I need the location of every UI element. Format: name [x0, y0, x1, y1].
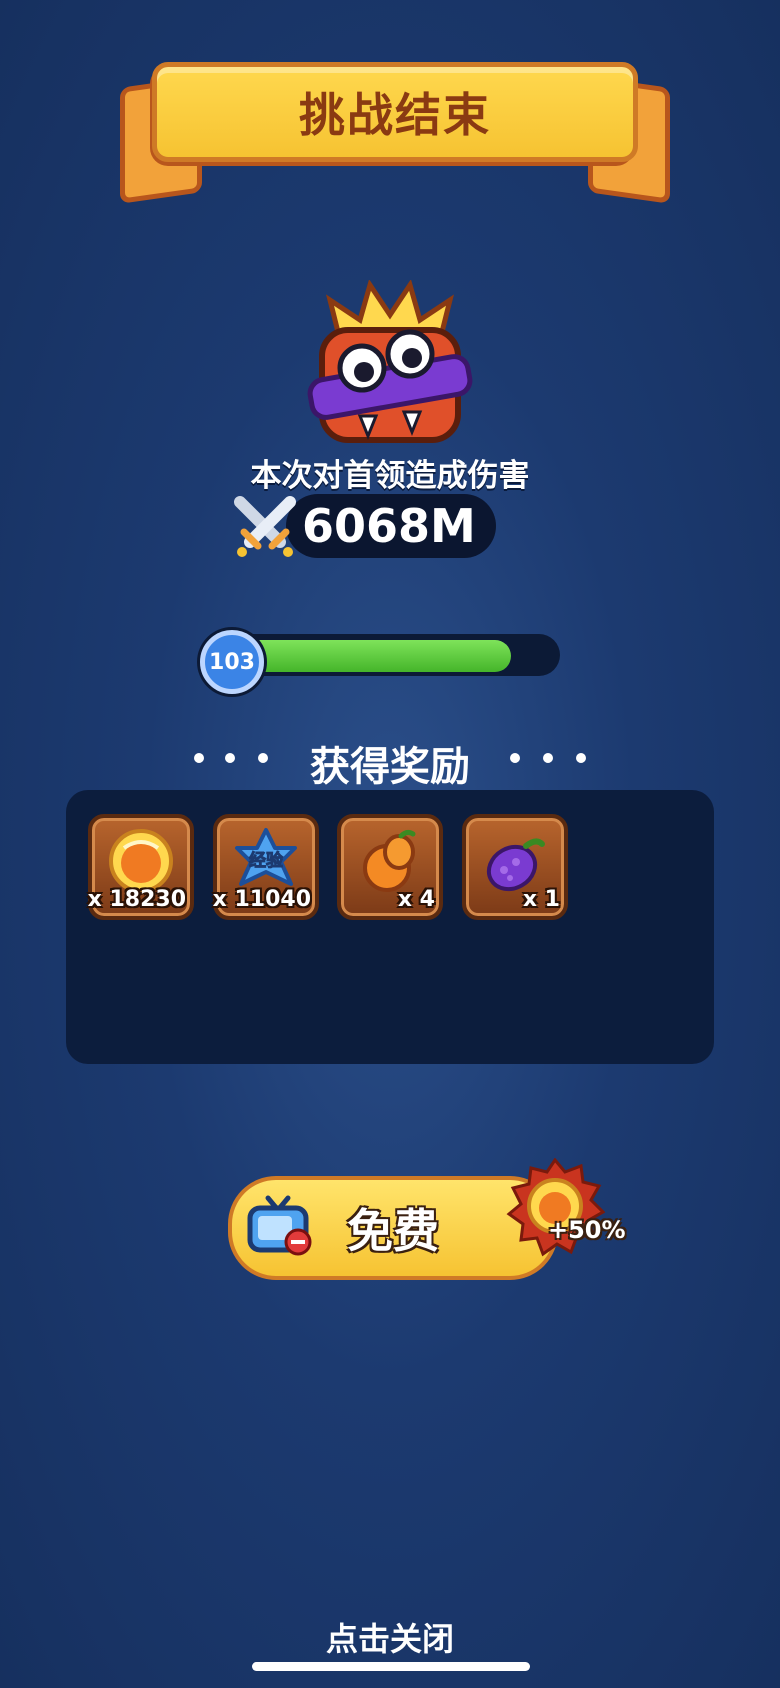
boss-icon — [307, 280, 473, 443]
bonus-percent: +50% — [548, 1216, 626, 1244]
damage-value: 6068M — [302, 499, 476, 553]
crossed-swords-icon — [234, 496, 296, 557]
home-indicator — [252, 1662, 530, 1671]
reward-item-coin[interactable]: x 18230 — [88, 814, 194, 920]
tap-to-close[interactable]: 点击关闭 — [0, 1614, 780, 1660]
orange-fruit-icon — [363, 829, 416, 892]
reward-quantity: x 11040 — [212, 887, 311, 912]
reward-item-experience[interactable]: 经验 x 11040 — [213, 814, 319, 920]
experience-label: 经验 — [249, 850, 284, 871]
rewards-heading: 获得奖励 — [310, 744, 470, 790]
decor-dot — [510, 753, 520, 763]
purple-eggplant-icon — [486, 838, 545, 892]
reward-item-orange[interactable]: x 4 — [337, 814, 443, 920]
level-badge: 103 — [200, 630, 264, 694]
page-title: 挑战结束 — [299, 88, 491, 142]
reward-quantity: x 18230 — [87, 887, 186, 912]
damage-caption: 本次对首领造成伤害 — [250, 458, 530, 494]
reward-quantity: x 4 — [397, 887, 435, 912]
reward-quantity: x 1 — [522, 887, 560, 912]
gold-coin-icon — [109, 829, 173, 893]
decor-dot — [543, 753, 553, 763]
decor-dot — [576, 753, 586, 763]
reward-item-eggplant[interactable]: x 1 — [462, 814, 568, 920]
progress-fill — [238, 640, 511, 672]
experience-star-icon: 经验 — [235, 828, 297, 886]
